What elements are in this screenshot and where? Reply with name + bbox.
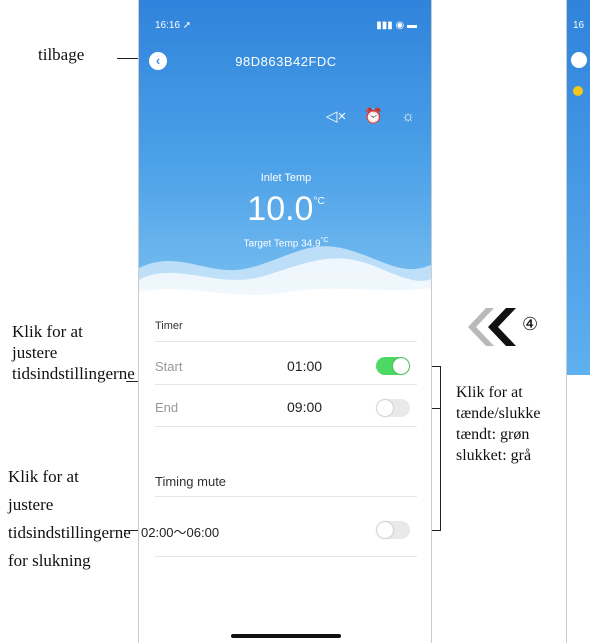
alarm-clock-icon[interactable]: ⏰ bbox=[364, 108, 383, 125]
mute-icon[interactable]: ◁× bbox=[326, 108, 346, 125]
annotation-toggle-help-3: slukket: grå bbox=[456, 447, 532, 464]
wave-decoration bbox=[139, 246, 431, 310]
divider bbox=[155, 556, 417, 557]
side-warning-icon bbox=[573, 86, 583, 96]
timer-section-title: Timer bbox=[155, 320, 183, 332]
status-bar: 16:16 ➚ ▮▮▮ ◉ ▬ bbox=[155, 20, 417, 34]
mute-toggle[interactable] bbox=[376, 521, 410, 539]
inlet-temp-value: 10.0°C bbox=[247, 190, 325, 228]
timing-mute-title: Timing mute bbox=[155, 474, 227, 489]
divider bbox=[155, 426, 417, 427]
annotation-adjust-mute: Klik for at justere tidsindstillingerne … bbox=[8, 467, 131, 570]
start-time-value[interactable]: 01:00 bbox=[287, 358, 322, 374]
device-title: 98D863B42FDC bbox=[235, 54, 337, 69]
side-phone-screen: 16 bbox=[566, 0, 590, 643]
inlet-temp-label: Inlet Temp bbox=[260, 172, 312, 184]
annotation-adjust-mute-line bbox=[124, 530, 138, 531]
step-arrows-icon bbox=[468, 308, 516, 346]
divider bbox=[155, 341, 417, 342]
annotation-back: tilbage bbox=[38, 45, 85, 64]
end-toggle[interactable] bbox=[376, 399, 410, 417]
divider bbox=[155, 384, 417, 385]
phone-screen: 16:16 ➚ ▮▮▮ ◉ ▬ ‹ 98D863B42FDC ◁× ⏰ ☼ In… bbox=[138, 0, 432, 643]
side-status-time: 16 bbox=[573, 20, 585, 31]
start-toggle[interactable] bbox=[376, 357, 410, 375]
divider bbox=[155, 496, 417, 497]
annotation-toggle-help-2: tændt: grøn bbox=[456, 426, 530, 443]
end-label: End bbox=[155, 400, 179, 415]
end-time-value[interactable]: 09:00 bbox=[287, 399, 322, 415]
start-label: Start bbox=[155, 359, 183, 374]
toggle-connector-vertical bbox=[440, 366, 441, 530]
home-indicator bbox=[231, 634, 341, 638]
status-time: 16:16 ➚ bbox=[155, 20, 192, 31]
mute-range-value[interactable]: 02:00～06:00 bbox=[141, 522, 219, 541]
status-icons: ▮▮▮ ◉ ▬ bbox=[376, 20, 417, 31]
top-icons: ◁× ⏰ ☼ bbox=[312, 107, 415, 125]
side-back-icon bbox=[571, 52, 587, 68]
annotation-adjust-timer: Klik for at justere tidsindstillingerne bbox=[12, 322, 135, 383]
annotation-toggle-help-1: Klik for at tænde/slukke bbox=[456, 384, 541, 422]
step-marker: ④ bbox=[522, 314, 539, 334]
brightness-icon[interactable]: ☼ bbox=[401, 108, 415, 125]
